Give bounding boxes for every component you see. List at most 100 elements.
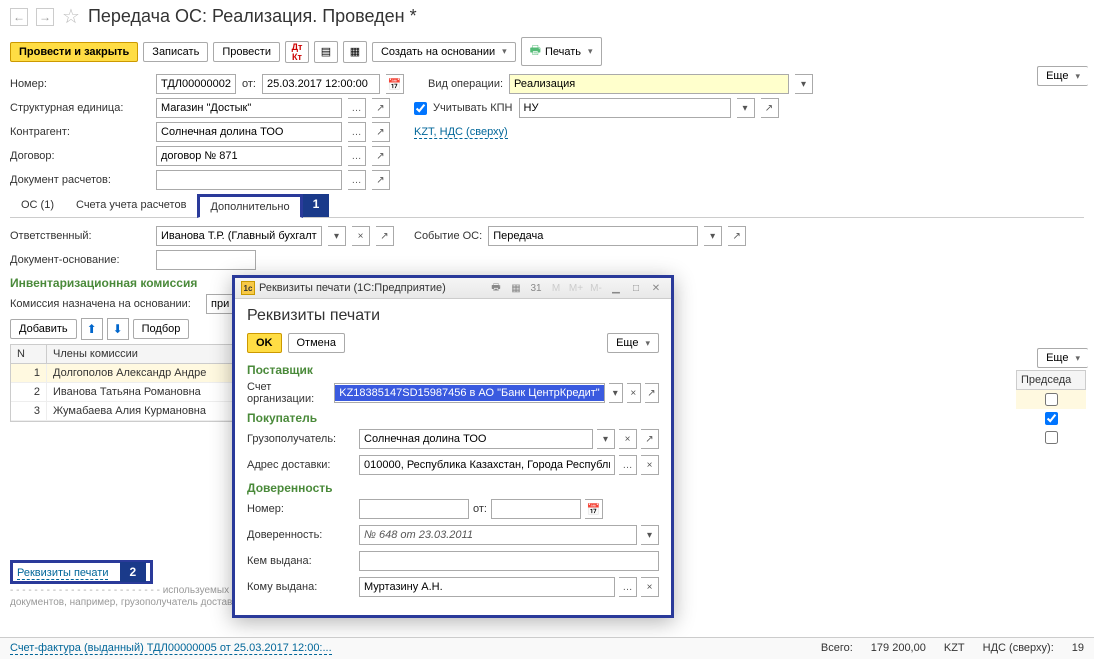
account-dropdown[interactable]: ▾ [609, 383, 623, 403]
resp-clear[interactable]: × [352, 226, 370, 246]
op-type-dropdown[interactable]: ▾ [795, 74, 813, 94]
close-icon[interactable]: ✕ [647, 280, 665, 296]
consignee-clear[interactable]: × [619, 429, 637, 449]
create-based-on-button[interactable]: Создать на основании [372, 42, 516, 62]
unit-select[interactable]: … [348, 98, 366, 118]
dialog-more-button[interactable]: Еще [607, 333, 659, 353]
number-input[interactable] [156, 74, 236, 94]
tool-m-icon[interactable]: M [547, 280, 565, 296]
chair-check-3[interactable] [1045, 431, 1058, 444]
resp-open[interactable]: ↗ [376, 226, 394, 246]
proxy-num-input[interactable] [359, 499, 469, 519]
tab-os[interactable]: ОС (1) [10, 194, 65, 217]
add-row-button[interactable]: Добавить [10, 319, 77, 339]
move-up-button[interactable]: ⬆ [81, 318, 103, 340]
event-label: Событие ОС: [414, 230, 482, 242]
nav-forward-button[interactable]: → [36, 8, 54, 26]
dk-button[interactable]: ДтКт [285, 41, 309, 63]
print-button[interactable]: 🖶Печать [521, 37, 602, 66]
proxy-label: Доверенность: [247, 529, 355, 541]
event-dropdown[interactable]: ▾ [704, 226, 722, 246]
nav-back-button[interactable]: ← [10, 8, 28, 26]
consignee-input[interactable] [359, 429, 593, 449]
issued-to-clear[interactable]: × [641, 577, 659, 597]
responsible-input[interactable] [156, 226, 322, 246]
contractor-input[interactable] [156, 122, 342, 142]
table-row[interactable]: 2 Иванова Татьяна Романовна [11, 383, 234, 402]
event-open[interactable]: ↗ [728, 226, 746, 246]
unit-input[interactable] [156, 98, 342, 118]
more-button-main[interactable]: Еще [1037, 66, 1088, 86]
consignee-dropdown[interactable]: ▾ [597, 429, 615, 449]
contractor-label: Контрагент: [10, 126, 150, 138]
account-input[interactable]: KZ18385147SD15987456 в АО "Банк ЦентрКре… [335, 385, 603, 401]
address-input[interactable] [359, 455, 615, 475]
date-input[interactable] [262, 74, 380, 94]
kpn-input[interactable] [519, 98, 731, 118]
commission-basis-input[interactable] [206, 294, 234, 314]
dialog-cancel-button[interactable]: Отмена [288, 333, 345, 353]
unit-open[interactable]: ↗ [372, 98, 390, 118]
col-n: N [11, 345, 47, 363]
op-type-input[interactable] [509, 74, 789, 94]
issued-to-select[interactable]: … [619, 577, 637, 597]
minimize-icon[interactable]: ▁ [607, 280, 625, 296]
account-clear[interactable]: × [627, 383, 641, 403]
kpn-open[interactable]: ↗ [761, 98, 779, 118]
invoice-link[interactable]: Счет-фактура (выданный) ТДЛ00000005 от 2… [10, 642, 332, 655]
tool-mplus-icon[interactable]: M+ [567, 280, 585, 296]
event-input[interactable] [488, 226, 698, 246]
vat-value: 19 [1072, 642, 1084, 655]
settlement-doc-open[interactable]: ↗ [372, 170, 390, 190]
form-button-1[interactable]: ▤ [314, 41, 338, 63]
dialog-heading: Реквизиты печати [247, 307, 659, 325]
tab-additional[interactable]: Дополнительно [197, 194, 302, 218]
kpn-checkbox[interactable] [414, 102, 427, 115]
proxy-calendar-icon[interactable]: 📅 [585, 499, 603, 519]
tool-mminus-icon[interactable]: M- [587, 280, 605, 296]
chair-check-1[interactable] [1045, 393, 1058, 406]
favorite-star-icon[interactable]: ☆ [62, 4, 80, 29]
record-button[interactable]: Записать [143, 42, 208, 62]
move-down-button[interactable]: ⬇ [107, 318, 129, 340]
kpn-dropdown[interactable]: ▾ [737, 98, 755, 118]
tax-link[interactable]: KZT, НДС (сверху) [414, 126, 508, 139]
marker-2: 2 [120, 562, 147, 582]
proxy-input[interactable] [359, 525, 637, 545]
issued-by-input[interactable] [359, 551, 659, 571]
account-open[interactable]: ↗ [645, 383, 659, 403]
consignee-open[interactable]: ↗ [641, 429, 659, 449]
table-row[interactable]: 1 Долгополов Александр Андре [11, 364, 234, 383]
proxy-date-input[interactable] [491, 499, 581, 519]
more-button-table[interactable]: Еще [1037, 348, 1088, 368]
calendar-icon[interactable]: 📅 [386, 74, 404, 94]
contract-input[interactable] [156, 146, 342, 166]
proxy-dropdown[interactable]: ▾ [641, 525, 659, 545]
select-button[interactable]: Подбор [133, 319, 190, 339]
tab-accounts[interactable]: Счета учета расчетов [65, 194, 197, 217]
settlement-doc-select[interactable]: … [348, 170, 366, 190]
contract-open[interactable]: ↗ [372, 146, 390, 166]
address-clear[interactable]: × [641, 455, 659, 475]
basis-doc-input[interactable] [156, 250, 256, 270]
table-row[interactable]: 3 Жумабаева Алия Курмановна [11, 402, 234, 421]
form-button-2[interactable]: ▦ [343, 41, 367, 63]
dialog-ok-button[interactable]: OK [247, 333, 282, 353]
issued-to-input[interactable] [359, 577, 615, 597]
dialog-titlebar[interactable]: 1c Реквизиты печати (1С:Предприятие) 🖶 ▦… [235, 278, 671, 299]
settlement-doc-input[interactable] [156, 170, 342, 190]
resp-dropdown[interactable]: ▾ [328, 226, 346, 246]
post-and-close-button[interactable]: Провести и закрыть [10, 42, 138, 62]
tool-calendar-icon[interactable]: 31 [527, 280, 545, 296]
address-select[interactable]: … [619, 455, 637, 475]
dialog-window-title: Реквизиты печати (1С:Предприятие) [259, 282, 446, 294]
contractor-open[interactable]: ↗ [372, 122, 390, 142]
maximize-icon[interactable]: □ [627, 280, 645, 296]
contractor-select[interactable]: … [348, 122, 366, 142]
post-button[interactable]: Провести [213, 42, 280, 62]
tool-print-icon[interactable]: 🖶 [487, 280, 505, 296]
chair-check-2[interactable] [1045, 412, 1058, 425]
contract-select[interactable]: … [348, 146, 366, 166]
tool-calc-icon[interactable]: ▦ [507, 280, 525, 296]
print-requisites-link[interactable]: Реквизиты печати [17, 567, 108, 580]
